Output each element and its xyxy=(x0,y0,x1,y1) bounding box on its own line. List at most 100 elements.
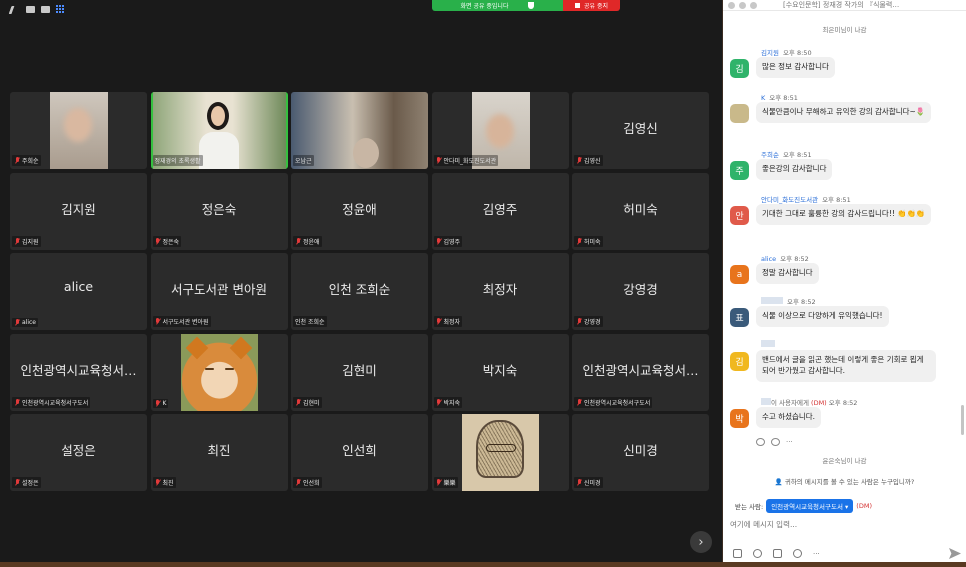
people-icon: 👤 xyxy=(774,478,785,486)
participant-label: 김영주 xyxy=(433,235,463,247)
stop-share-button[interactable]: 공유 중지 xyxy=(563,0,620,11)
avatar: 표 xyxy=(730,308,749,327)
participant-label: 인천광역시교육청서구도서 xyxy=(574,396,653,408)
message-header: 오후 8:52 xyxy=(761,296,816,306)
participant-tile[interactable]: 오남근 xyxy=(291,92,428,169)
participant-label: 서구도서관 변아원 xyxy=(152,316,211,327)
message-input[interactable] xyxy=(730,513,958,535)
participant-tile[interactable]: K xyxy=(150,333,288,411)
participant-tile[interactable]: 인선희 인선희 xyxy=(291,414,428,491)
more-icon[interactable]: ··· xyxy=(786,438,793,446)
participant-tile[interactable]: 설정은 설정은 xyxy=(10,414,147,491)
chevron-down-icon: ▾ xyxy=(845,503,849,511)
participant-label: 정은숙 xyxy=(152,235,182,247)
format-icon[interactable] xyxy=(733,549,742,558)
participant-tile[interactable]: 강영경 강영경 xyxy=(572,253,709,330)
sketch-profile-picture xyxy=(461,414,539,491)
send-icon[interactable] xyxy=(949,548,961,559)
participant-label: 최진 xyxy=(152,477,176,488)
blurred-face xyxy=(485,114,514,148)
chat-panel: [수요인문학] 정재경 작가의 『식물력… 최은미님이 나감 김 김지원 오후 8… xyxy=(723,0,966,562)
avatar: 주 xyxy=(730,161,749,180)
message-bubble: 식물만큼이나 무해하고 유익한 강의 감사합니다~🌷 xyxy=(756,102,932,123)
minimize-window-icon[interactable] xyxy=(739,1,746,9)
gallery-view-icon[interactable] xyxy=(56,5,65,14)
participant-tile[interactable]: alice alice xyxy=(10,253,147,330)
participant-tile[interactable]: 정은숙 정은숙 xyxy=(150,172,288,250)
participant-tile[interactable]: 허미숙 허미숙 xyxy=(572,172,709,250)
participant-name: 최정자 xyxy=(482,282,518,297)
chat-title: [수요인문학] 정재경 작가의 『식물력… xyxy=(783,1,900,9)
participant-label: 김지원 xyxy=(12,235,41,247)
recipient-row: 받는 사람: 인천광역시교육청서구도서 ▾ (DM) xyxy=(735,499,872,513)
participant-label: alice xyxy=(12,318,39,327)
muted-mic-icon xyxy=(436,237,442,245)
participant-tile[interactable]: 신미경 신미경 xyxy=(572,414,709,491)
participant-tile[interactable]: 인천 조희순 인천 조희순 xyxy=(291,253,428,330)
view-controls xyxy=(8,5,65,14)
participant-label: 최정자 xyxy=(433,316,463,327)
avatar: 김 xyxy=(730,59,749,78)
who-can-see-link[interactable]: 👤 귀하의 메시지를 볼 수 있는 사람은 누구입니까? xyxy=(723,476,966,486)
participant-tile[interactable]: 최정자 최정자 xyxy=(431,253,569,330)
message-header: alice 오후 8:52 xyxy=(761,255,809,263)
message-bubble: 많은 정보 감사합니다 xyxy=(756,57,835,78)
muted-mic-icon xyxy=(295,479,301,486)
participant-name: 허미숙 xyxy=(623,201,658,217)
participant-tile[interactable]: 박지숙 박지숙 xyxy=(431,333,569,411)
participant-label: 설정은 xyxy=(12,477,41,488)
reply-icon[interactable] xyxy=(756,438,765,446)
participant-tile[interactable]: 김영신 김영신 xyxy=(572,92,709,169)
participant-label: 정재경의 초록생활 xyxy=(152,155,203,166)
participant-tile[interactable]: 김영주 김영주 xyxy=(431,172,569,250)
participant-tile[interactable]: 서구도서관 변아원 서구도서관 변아원 xyxy=(150,253,288,330)
file-icon[interactable] xyxy=(773,549,782,558)
participant-tile[interactable]: 김지원 김지원 xyxy=(10,172,147,250)
participant-tile[interactable]: 최진 최진 xyxy=(150,414,288,491)
participant-name: 인선희 xyxy=(342,443,377,458)
emoji-icon[interactable] xyxy=(753,549,762,558)
next-page-button[interactable]: › xyxy=(690,531,712,553)
speaker-body xyxy=(198,132,239,169)
participant-tile[interactable]: 인천광역시교육청서… 인천광역시교육청서구도서 xyxy=(572,333,709,411)
muted-mic-icon xyxy=(576,318,582,325)
speaker-view-icon[interactable] xyxy=(41,6,50,13)
muted-mic-icon xyxy=(295,398,301,406)
more-options-icon[interactable]: ··· xyxy=(813,550,820,558)
participant-label: K xyxy=(152,398,169,408)
shield-icon xyxy=(528,2,535,9)
minimize-view-icon[interactable] xyxy=(26,6,35,13)
participant-tile[interactable]: 인천광역시교육청서… 인천광역시교육청서구도서 xyxy=(10,333,147,411)
muted-mic-icon xyxy=(155,237,161,245)
screenshot-icon[interactable] xyxy=(793,549,802,558)
participant-label: 인선희 xyxy=(293,477,322,488)
participant-tile[interactable]: 주희순 xyxy=(10,92,147,169)
participant-tile-speaking[interactable]: 정재경의 초록생활 xyxy=(150,92,288,169)
avatar xyxy=(730,104,749,123)
muted-mic-icon xyxy=(14,237,20,245)
message-bubble: 수고 하셨습니다. xyxy=(756,407,822,428)
muted-mic-icon xyxy=(436,318,442,325)
recipient-dropdown[interactable]: 인천광역시교육청서구도서 ▾ xyxy=(766,499,854,513)
dm-tag: (DM) xyxy=(856,502,872,510)
emoji-reaction-icon[interactable] xyxy=(771,438,780,446)
muted-mic-icon xyxy=(14,157,20,164)
participant-tile[interactable]: 안다미_화도진도서관 xyxy=(431,92,569,169)
participant-tile[interactable]: 樂樂 xyxy=(431,414,569,491)
participant-tile[interactable]: 정윤애 정윤애 xyxy=(291,172,428,250)
zoom-window-icon[interactable] xyxy=(750,1,757,9)
zoom-meeting-screen: 화면 공유 중입니다 공유 중지 주희순 정재경의 초록생활 오남근 안다미_화… xyxy=(0,0,966,567)
avatar: 안 xyxy=(730,206,749,225)
participant-label: 허미숙 xyxy=(574,235,603,247)
stop-icon xyxy=(575,3,580,8)
participant-name: 김지원 xyxy=(61,201,96,217)
chat-toolbar: ··· xyxy=(733,549,820,558)
message-header xyxy=(761,340,779,349)
close-window-icon[interactable] xyxy=(728,1,735,9)
participant-label: 인천광역시교육청서구도서 xyxy=(12,396,91,408)
chat-scrollbar[interactable] xyxy=(961,405,964,435)
muted-mic-icon xyxy=(155,399,161,407)
pin-icon[interactable] xyxy=(8,5,22,14)
participant-tile[interactable]: 김현미 김현미 xyxy=(291,333,428,411)
participant-name: 인천광역시교육청서… xyxy=(582,362,699,378)
